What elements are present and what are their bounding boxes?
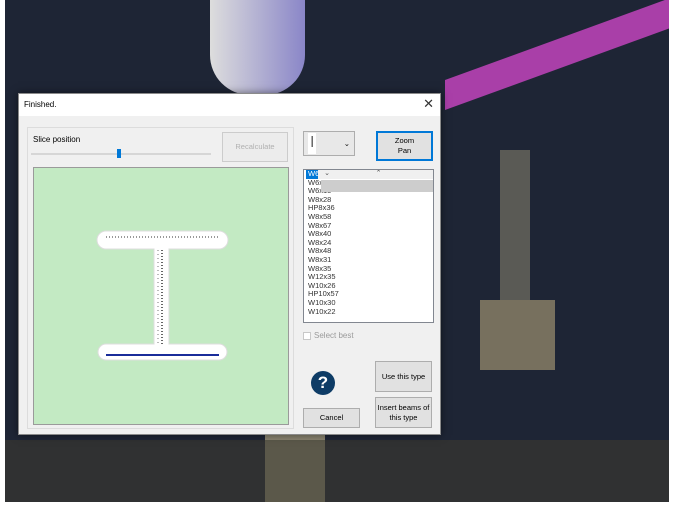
slider-thumb[interactable] xyxy=(117,149,121,158)
slice-position-label: Slice position xyxy=(33,135,81,144)
tank-object xyxy=(210,0,305,95)
slice-group: Slice position Recalculate xyxy=(27,127,294,429)
i-beam-section xyxy=(96,230,229,361)
dialog-title: Finished. xyxy=(24,100,57,109)
scroll-down-icon[interactable]: ⌄ xyxy=(320,170,332,179)
insert-beams-button[interactable]: Insert beams of this type xyxy=(375,397,432,428)
pan-label: Pan xyxy=(397,146,412,155)
list-item[interactable]: W10x22 xyxy=(306,307,421,317)
cancel-button[interactable]: Cancel xyxy=(303,408,360,428)
close-icon[interactable]: ✕ xyxy=(423,96,434,112)
section-preview-canvas[interactable] xyxy=(33,167,289,425)
use-this-type-button[interactable]: Use this type xyxy=(375,361,432,392)
purple-beam xyxy=(445,0,669,110)
title-bar: Finished. ✕ xyxy=(19,94,440,116)
floor xyxy=(5,440,669,502)
column-footing xyxy=(480,300,555,370)
slice-slider[interactable] xyxy=(31,149,211,158)
help-icon[interactable]: ? xyxy=(311,371,335,395)
i-beam-icon: I xyxy=(308,133,317,154)
select-best-label: Select best xyxy=(314,331,354,340)
chevron-down-icon: ⌄ xyxy=(343,138,350,148)
beam-fit-dialog: Finished. ✕ Slice position Recalculate I… xyxy=(18,93,441,435)
select-best-checkbox[interactable]: Select best xyxy=(303,331,354,340)
column xyxy=(500,150,530,310)
list-scrollbar[interactable]: ⌃ ⌄ xyxy=(318,170,433,192)
checkbox-box[interactable] xyxy=(303,331,311,340)
section-type-list[interactable]: W6x25W6x20W6x15W8x28HP8x36W8x58W8x67W8x4… xyxy=(303,169,434,323)
zoom-pan-button[interactable]: Zoom Pan xyxy=(376,131,433,161)
zoom-label: Zoom xyxy=(394,136,415,146)
section-shape-dropdown[interactable]: I ⌄ xyxy=(303,131,355,156)
scroll-up-icon[interactable]: ⌃ xyxy=(320,170,433,179)
scroll-thumb[interactable] xyxy=(321,179,433,192)
recalculate-button[interactable]: Recalculate xyxy=(222,132,288,162)
